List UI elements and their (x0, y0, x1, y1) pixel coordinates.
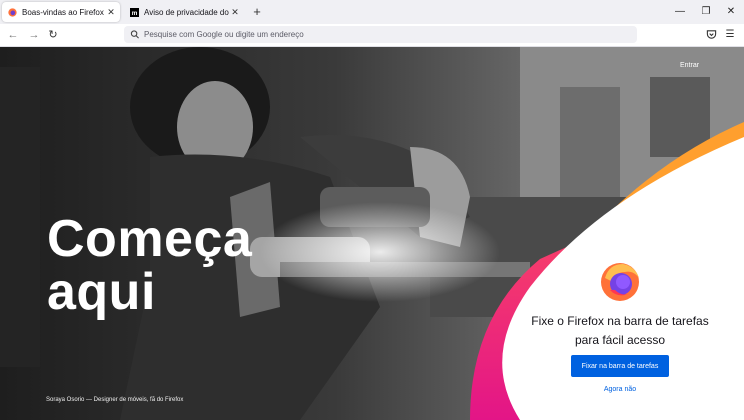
minimize-icon[interactable]: — (673, 5, 687, 19)
menu-icon[interactable]: ☰ (723, 28, 737, 42)
back-arrow-icon[interactable]: ← (6, 28, 20, 42)
promo-title: Fixe o Firefox na barra de tarefas para … (531, 314, 709, 347)
firefox-logo (601, 263, 639, 301)
welcome-page: Começa aqui Entrar Soraya Osorio — Desig… (0, 47, 744, 420)
headline-line-1: Começa (47, 210, 253, 268)
pin-to-taskbar-button[interactable]: Fixar na barra de tarefas (571, 355, 669, 377)
page-headline: Começa aqui (47, 213, 252, 319)
svg-text:m: m (132, 9, 138, 16)
headline-line-2: aqui (47, 263, 156, 321)
firefox-icon (8, 7, 17, 17)
url-input[interactable] (142, 30, 604, 39)
tab-strip: Boas-vindas ao Firefox ✕ m Aviso de priv… (0, 0, 744, 24)
sign-in-link[interactable]: Entrar (680, 62, 699, 69)
pocket-icon[interactable] (706, 29, 717, 40)
close-tab-icon[interactable]: ✕ (230, 7, 240, 18)
photo-credit: Soraya Osorio — Designer de móveis, fã d… (46, 397, 184, 403)
mozilla-icon: m (130, 7, 139, 17)
close-window-icon[interactable]: ✕ (724, 5, 738, 19)
search-icon (130, 30, 139, 39)
new-tab-button[interactable]: + (251, 5, 263, 19)
forward-arrow-icon[interactable]: → (27, 28, 41, 42)
not-now-link[interactable]: Agora não (570, 386, 670, 393)
tab-privacy-notice[interactable]: m Aviso de privacidade do Firefox ✕ (124, 2, 244, 22)
tab-title: Aviso de privacidade do Firefox (144, 7, 230, 17)
tab-welcome[interactable]: Boas-vindas ao Firefox ✕ (2, 2, 120, 22)
reload-icon[interactable]: ↻ (46, 28, 60, 42)
close-tab-icon[interactable]: ✕ (106, 7, 116, 18)
restore-icon[interactable]: ❐ (699, 5, 713, 19)
tab-title: Boas-vindas ao Firefox (22, 7, 104, 17)
navigation-toolbar: ← → ↻ ☰ (0, 24, 744, 47)
address-bar[interactable] (124, 26, 637, 43)
